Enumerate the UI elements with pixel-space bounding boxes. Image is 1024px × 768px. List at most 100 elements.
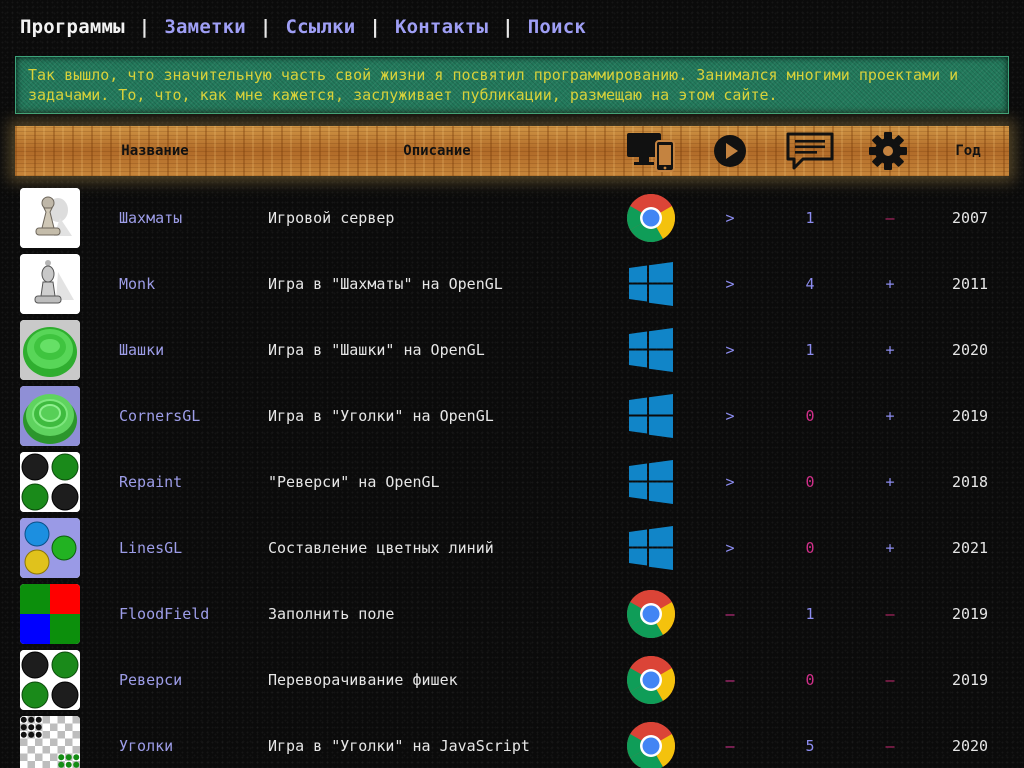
run-link: – [725,737,735,755]
windows-icon [624,391,678,441]
page: Программы | Заметки | Ссылки | Контакты … [0,0,1024,768]
source-link: – [885,605,895,623]
reversi-discs-icon[interactable] [20,452,80,512]
source-link: – [885,737,895,755]
chess-pawn-icon[interactable] [20,188,80,248]
nav-notes[interactable]: Заметки [164,16,245,38]
program-name-link[interactable]: Monk [119,253,155,315]
run-link[interactable]: > [710,385,750,447]
program-year: 2019 [951,671,989,689]
source-link: – [885,209,895,227]
program-name-link[interactable]: Уголки [119,715,173,768]
nav-programs[interactable]: Программы [20,16,125,38]
program-description: "Реверси" на OpenGL [268,473,440,491]
chrome-icon [624,655,678,705]
table-row: Шашки Игра в "Шашки" на OpenGL >1 +2020 [0,319,1024,385]
program-description: Заполнить поле [268,605,395,623]
program-name-link[interactable]: Шахматы [119,187,182,249]
play-icon [710,130,750,172]
comments-count[interactable]: 0 [790,451,830,513]
program-name-link[interactable]: FloodField [119,583,209,645]
green-checker-blue-icon[interactable] [20,386,80,446]
table-row: Repaint "Реверси" на OpenGL >0 +2018 [0,451,1024,517]
source-link: – [885,671,895,689]
green-checker-icon[interactable] [20,320,80,380]
top-nav: Программы | Заметки | Ссылки | Контакты … [20,14,586,40]
program-name-link[interactable]: Шашки [119,319,164,381]
comments-count[interactable]: 0 [790,517,830,579]
windows-icon [624,325,678,375]
nav-links[interactable]: Ссылки [286,16,356,38]
nav-search[interactable]: Поиск [528,16,586,38]
nav-separator: | [259,16,272,38]
source-link[interactable]: + [870,253,910,315]
program-name-link[interactable]: Repaint [119,451,182,513]
program-year: 2019 [951,407,989,425]
source-link[interactable]: + [870,517,910,579]
header-name[interactable]: Название [100,126,210,176]
color-balls-icon[interactable] [20,518,80,578]
header-year[interactable]: Год [940,126,996,176]
program-description: Игровой сервер [268,209,395,227]
chrome-icon [624,193,678,243]
devices-icon [624,130,678,172]
nav-separator: | [138,16,151,38]
source-link[interactable]: + [870,385,910,447]
table-row: Шахматы Игровой сервер >1 – 2007 [0,187,1024,253]
reversi-discs-icon[interactable] [20,650,80,710]
program-year: 2019 [951,605,989,623]
table-row: CornersGL Игра в "Уголки" на OpenGL >0 +201… [0,385,1024,451]
run-link[interactable]: > [710,517,750,579]
program-year: 2020 [951,737,989,755]
comments-count[interactable]: 5 [790,715,830,768]
intro-banner: Так вышло, что значительную часть свой ж… [15,56,1009,114]
program-description: Игра в "Шахматы" на OpenGL [268,275,503,293]
gear-icon [865,130,911,172]
table-row: Monk Игра в "Шахматы" на OpenGL >4 +2011 [0,253,1024,319]
comments-count[interactable]: 0 [790,385,830,447]
windows-icon [624,523,678,573]
table-row: FloodField Заполнить поле – 1 – 2019 [0,583,1024,649]
program-description: Составление цветных линий [268,539,494,557]
header-description: Описание [403,143,471,159]
comments-count[interactable]: 1 [790,583,830,645]
nav-separator: | [369,16,382,38]
nav-separator: | [502,16,514,38]
program-year: 2020 [951,341,989,359]
program-year: 2021 [951,539,989,557]
program-year: 2011 [951,275,989,293]
program-name-link[interactable]: Реверси [119,649,182,711]
table-row: LinesGL Составление цветных линий >0 +2021 [0,517,1024,583]
chrome-icon [624,721,678,768]
color-squares-icon[interactable] [20,584,80,644]
run-link: – [725,605,735,623]
comments-icon [783,130,837,172]
comments-count[interactable]: 4 [790,253,830,315]
run-link[interactable]: > [710,253,750,315]
table-row: Уголки Игра в "Уголки" на JavaScript – 5 – 20… [0,715,1024,768]
program-description: Игра в "Уголки" на OpenGL [268,407,494,425]
chrome-icon [624,589,678,639]
program-description: Игра в "Уголки" на JavaScript [268,737,530,755]
program-year: 2007 [951,209,989,227]
comments-count[interactable]: 1 [790,319,830,381]
source-link[interactable]: + [870,451,910,513]
comments-count[interactable]: 1 [790,187,830,249]
program-description: Переворачивание фишек [268,671,458,689]
chess-bishop-icon[interactable] [20,254,80,314]
run-link[interactable]: > [710,319,750,381]
windows-icon [624,457,678,507]
program-name-link[interactable]: LinesGL [119,517,182,579]
nav-contacts[interactable]: Контакты [395,16,488,38]
run-link[interactable]: > [710,187,750,249]
windows-icon [624,259,678,309]
source-link[interactable]: + [870,319,910,381]
checkerboard-icon[interactable] [20,716,80,768]
run-link[interactable]: > [710,451,750,513]
comments-count[interactable]: 0 [790,649,830,711]
table-header: Название Описание Год [15,126,1009,176]
program-description: Игра в "Шашки" на OpenGL [268,341,485,359]
table-row: Реверси Переворачивание фишек – 0 – 2019 [0,649,1024,715]
run-link: – [725,671,735,689]
program-name-link[interactable]: CornersGL [119,385,200,447]
